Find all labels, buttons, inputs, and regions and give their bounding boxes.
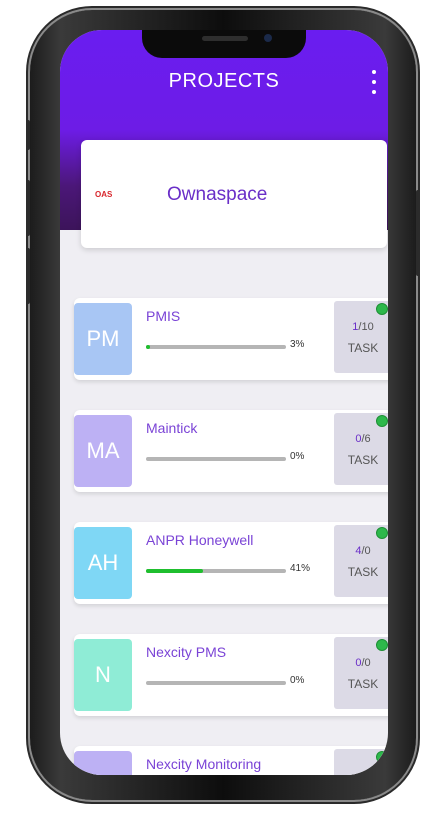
project-name: PMIS (146, 308, 181, 324)
project-card[interactable]: AH ANPR Honeywell 41% 4/0 TASK (74, 522, 388, 604)
task-count: 0/0 (355, 657, 371, 669)
task-summary[interactable]: 0/0 TASK (334, 637, 388, 709)
task-label: TASK (347, 565, 379, 579)
phone-side-button (26, 120, 30, 150)
phone-volume-up-button (26, 180, 30, 236)
task-label: TASK (347, 341, 379, 355)
project-avatar: N (74, 639, 132, 711)
task-summary[interactable] (334, 749, 388, 775)
task-label: TASK (347, 453, 379, 467)
user-icon (376, 639, 388, 651)
project-avatar (74, 751, 132, 775)
project-name: Nexcity PMS (146, 644, 227, 660)
progress-fill (146, 345, 151, 349)
progress-bar (146, 457, 286, 461)
progress-percent: 0% (290, 675, 305, 686)
organization-name: Ownaspace (167, 184, 268, 205)
project-card[interactable]: PM PMIS 3% 1/10 TASK (74, 298, 388, 380)
project-card[interactable]: Nexcity Monitoring (74, 746, 388, 775)
project-avatar: MA (74, 415, 132, 487)
page-title: PROJECTS (168, 70, 280, 92)
user-icon (376, 303, 388, 315)
user-icon (376, 527, 388, 539)
user-icon (376, 751, 388, 763)
progress-percent: 0% (290, 451, 305, 462)
project-avatar: AH (74, 527, 132, 599)
task-summary[interactable]: 0/6 TASK (334, 413, 388, 485)
task-count: 0/6 (355, 433, 371, 445)
app-screen: PROJECTS OAS Ownaspace PM PMIS 3% 1/10 T… (60, 30, 388, 775)
project-card[interactable]: MA Maintick 0% 0/6 TASK (74, 410, 388, 492)
task-count: 4/0 (355, 545, 371, 557)
speaker-grille (202, 36, 248, 41)
progress-bar (146, 569, 286, 573)
phone-notch (142, 30, 306, 58)
organization-logo: OAS (95, 190, 113, 199)
task-count: 1/10 (352, 321, 374, 333)
project-name: Nexcity Monitoring (146, 756, 262, 772)
progress-percent: 3% (290, 339, 305, 350)
overflow-menu-icon[interactable] (368, 70, 380, 94)
progress-fill (146, 569, 204, 573)
project-avatar: PM (74, 303, 132, 375)
task-summary[interactable]: 4/0 TASK (334, 525, 388, 597)
progress-percent: 41% (290, 563, 311, 574)
project-name: Maintick (146, 420, 198, 436)
task-label: TASK (347, 677, 379, 691)
camera-icon (264, 34, 272, 42)
user-icon (376, 415, 388, 427)
project-name: ANPR Honeywell (146, 532, 254, 548)
phone-power-button (416, 190, 420, 276)
organization-card[interactable]: OAS Ownaspace (81, 140, 387, 248)
task-summary[interactable]: 1/10 TASK (334, 301, 388, 373)
progress-bar (146, 345, 286, 349)
progress-bar (146, 681, 286, 685)
project-card[interactable]: N Nexcity PMS 0% 0/0 TASK (74, 634, 388, 716)
phone-volume-down-button (26, 248, 30, 304)
